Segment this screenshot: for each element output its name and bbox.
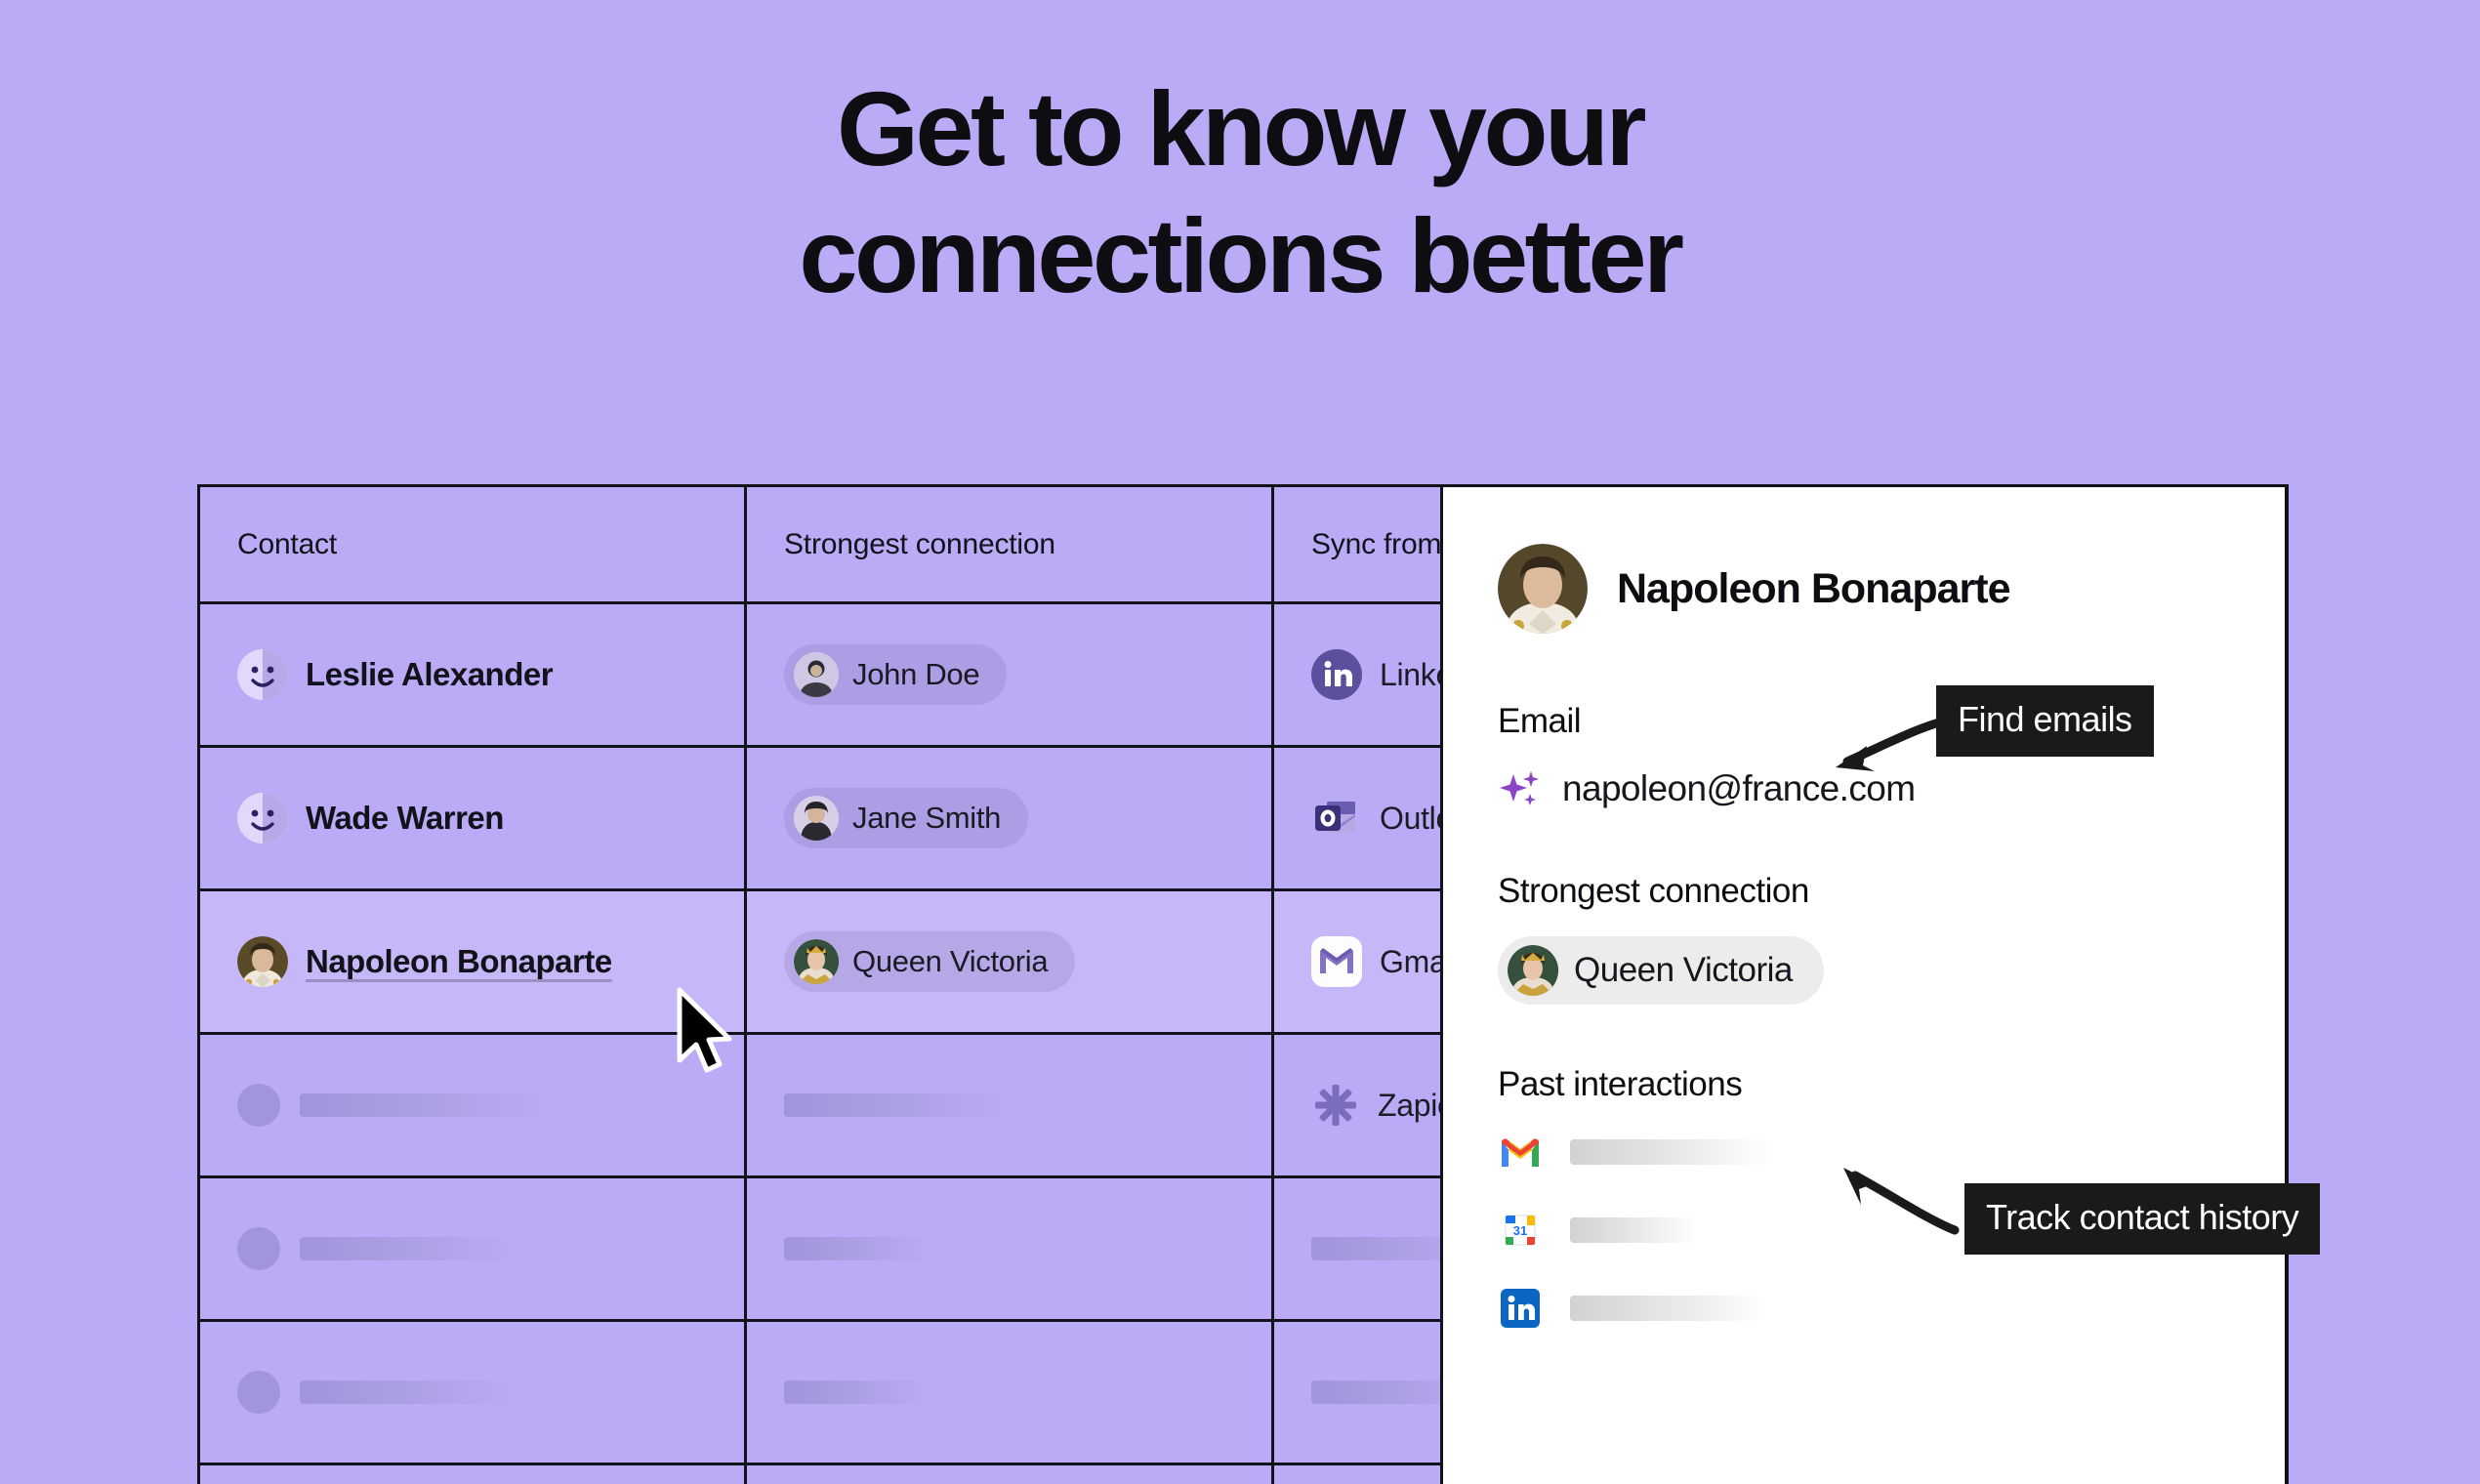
- cell-contact[interactable]: Napoleon Bonaparte: [200, 891, 747, 1032]
- linkedin-icon: [1501, 1289, 1540, 1328]
- column-header-strongest-connection: Strongest connection: [747, 487, 1274, 601]
- text-placeholder: [300, 1381, 515, 1404]
- email-row[interactable]: napoleon@france.com: [1498, 766, 2230, 811]
- cell-contact: [200, 1465, 747, 1484]
- past-interactions-label: Past interactions: [1498, 1065, 1743, 1103]
- connection-name: Queen Victoria: [1574, 951, 1793, 989]
- cell-strongest-connection[interactable]: Jane Smith: [747, 748, 1274, 888]
- heading-line-2: connections better: [799, 196, 1684, 314]
- text-placeholder: [784, 1093, 1009, 1117]
- cell-strongest-connection[interactable]: Queen Victoria: [747, 891, 1274, 1032]
- avatar-placeholder: [237, 1084, 280, 1127]
- interaction-row[interactable]: [1498, 1130, 2230, 1175]
- gmail-icon: [1502, 1138, 1539, 1167]
- page-heading: Get to know your connections better: [0, 76, 2480, 309]
- cell-strongest-connection: [747, 1178, 1274, 1319]
- callout-find-emails: Find emails: [1936, 685, 2154, 757]
- contact-name: Wade Warren: [306, 800, 504, 836]
- strongest-connection-section: Strongest connection Queen Victoria: [1498, 872, 2230, 1005]
- connection-name: Jane Smith: [852, 801, 1002, 835]
- google-calendar-icon: 31: [1505, 1215, 1536, 1246]
- contact-detail-card: Napoleon Bonaparte Email napoleon@france…: [1440, 484, 2288, 1484]
- john-doe-avatar: [794, 652, 839, 697]
- interaction-row[interactable]: [1498, 1286, 2230, 1331]
- connection-name: John Doe: [852, 657, 980, 691]
- connection-name: Queen Victoria: [852, 944, 1049, 978]
- sparkle-ai-icon: [1500, 771, 1539, 805]
- avatar-placeholder: [237, 1227, 280, 1270]
- contact-name[interactable]: Napoleon Bonaparte: [306, 943, 612, 980]
- text-placeholder: [784, 1381, 930, 1404]
- queen-victoria-avatar: [1508, 945, 1558, 996]
- connection-chip[interactable]: Queen Victoria: [784, 931, 1076, 992]
- page-title: Get to know your connections better: [0, 76, 2480, 309]
- svg-text:31: 31: [1513, 1223, 1527, 1238]
- email-value: napoleon@france.com: [1562, 768, 1916, 808]
- column-header-contact: Contact: [200, 487, 747, 601]
- queen-victoria-avatar: [794, 939, 839, 984]
- connection-chip[interactable]: Jane Smith: [784, 788, 1029, 848]
- linkedin-icon: [1311, 649, 1362, 700]
- smiley-placeholder-avatar: [237, 649, 288, 700]
- cell-contact: [200, 1178, 747, 1319]
- cell-strongest-connection: [747, 1035, 1274, 1175]
- text-placeholder: [784, 1237, 930, 1260]
- connection-chip[interactable]: Queen Victoria: [1498, 936, 1824, 1005]
- text-placeholder: [1570, 1296, 1765, 1321]
- connection-chip[interactable]: John Doe: [784, 644, 1008, 705]
- cell-contact: [200, 1322, 747, 1463]
- strongest-connection-label: Strongest connection: [1498, 872, 1809, 910]
- smiley-placeholder-avatar: [237, 793, 288, 844]
- text-placeholder: [1570, 1217, 1697, 1243]
- text-placeholder: [300, 1237, 515, 1260]
- card-header: Napoleon Bonaparte: [1498, 544, 2230, 634]
- napoleon-avatar: [237, 936, 288, 987]
- callout-track-contact-history: Track contact history: [1964, 1183, 2321, 1255]
- text-placeholder: [1570, 1139, 1770, 1165]
- cell-strongest-connection[interactable]: John Doe: [747, 604, 1274, 745]
- zapier-icon: [1315, 1085, 1356, 1126]
- outlook-icon: [1315, 802, 1355, 833]
- heading-line-1: Get to know your: [836, 69, 1647, 187]
- cell-contact: [200, 1035, 747, 1175]
- text-placeholder: [300, 1093, 554, 1117]
- contact-name: Leslie Alexander: [306, 656, 554, 692]
- card-contact-name: Napoleon Bonaparte: [1617, 564, 2010, 612]
- cell-contact[interactable]: Wade Warren: [200, 748, 747, 888]
- cell-strongest-connection: [747, 1322, 1274, 1463]
- cell-strongest-connection: [747, 1465, 1274, 1484]
- gmail-icon: [1311, 936, 1362, 987]
- napoleon-avatar: [1498, 544, 1588, 634]
- cell-contact[interactable]: Leslie Alexander: [200, 604, 747, 745]
- sync-source: Gmail: [1311, 936, 1460, 987]
- avatar-placeholder: [237, 1371, 280, 1414]
- jane-smith-avatar: [794, 796, 839, 841]
